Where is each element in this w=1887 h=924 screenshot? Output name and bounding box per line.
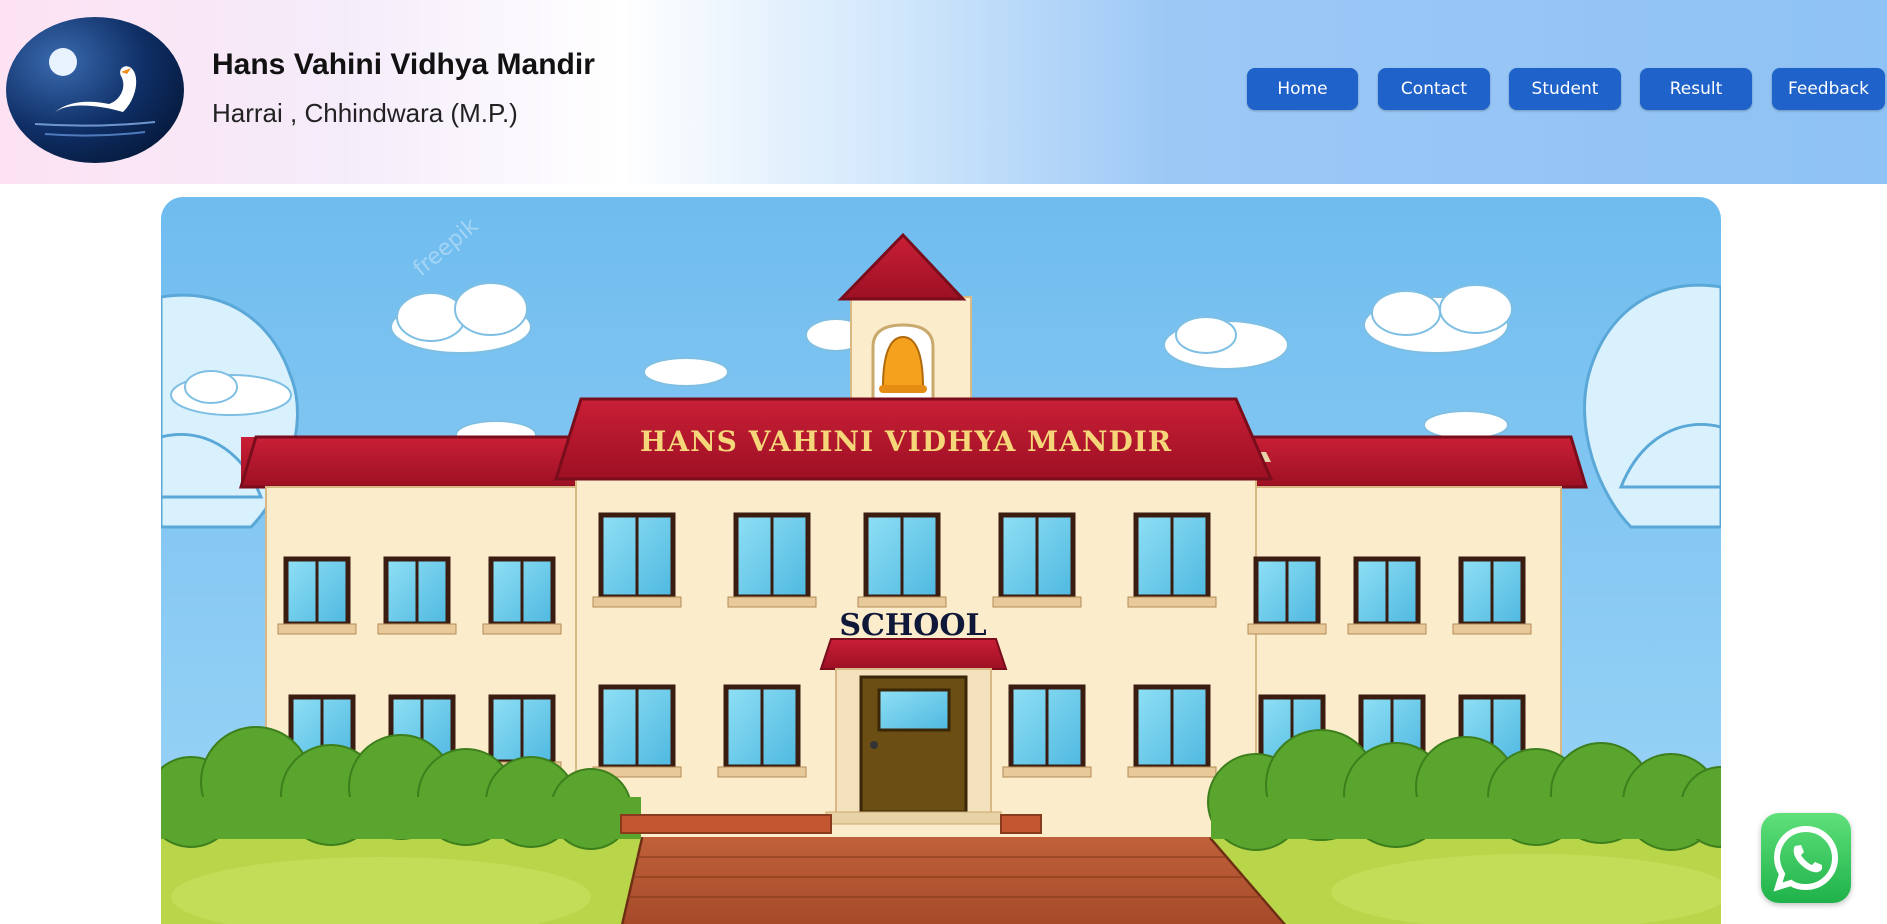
nav-result-button[interactable]: Result bbox=[1640, 68, 1752, 110]
nav-contact-button[interactable]: Contact bbox=[1378, 68, 1490, 110]
hero-banner: HANS VAHINI VIDHYA MANDIR SCHOOL freepik bbox=[161, 197, 1721, 924]
nav-home-button[interactable]: Home bbox=[1247, 68, 1358, 110]
whatsapp-icon bbox=[1773, 825, 1839, 892]
whatsapp-chat-button[interactable] bbox=[1761, 813, 1851, 903]
nav-student-button[interactable]: Student bbox=[1509, 68, 1621, 110]
swan-logo-icon[interactable] bbox=[5, 16, 185, 164]
entrance-awning bbox=[819, 638, 1008, 670]
brick-path bbox=[621, 837, 1286, 924]
nav-feedback-button[interactable]: Feedback bbox=[1772, 68, 1885, 110]
site-header: Hans Vahini Vidhya Mandir Harrai , Chhin… bbox=[0, 0, 1887, 184]
site-title: Hans Vahini Vidhya Mandir bbox=[212, 48, 595, 81]
site-subtitle: Harrai , Chhindwara (M.P.) bbox=[212, 98, 518, 128]
school-illustration: HANS VAHINI VIDHYA MANDIR SCHOOL freepik bbox=[161, 197, 1721, 924]
school-sign: SCHOOL bbox=[839, 608, 986, 643]
roof-sign: HANS VAHINI VIDHYA MANDIR bbox=[640, 425, 1172, 458]
